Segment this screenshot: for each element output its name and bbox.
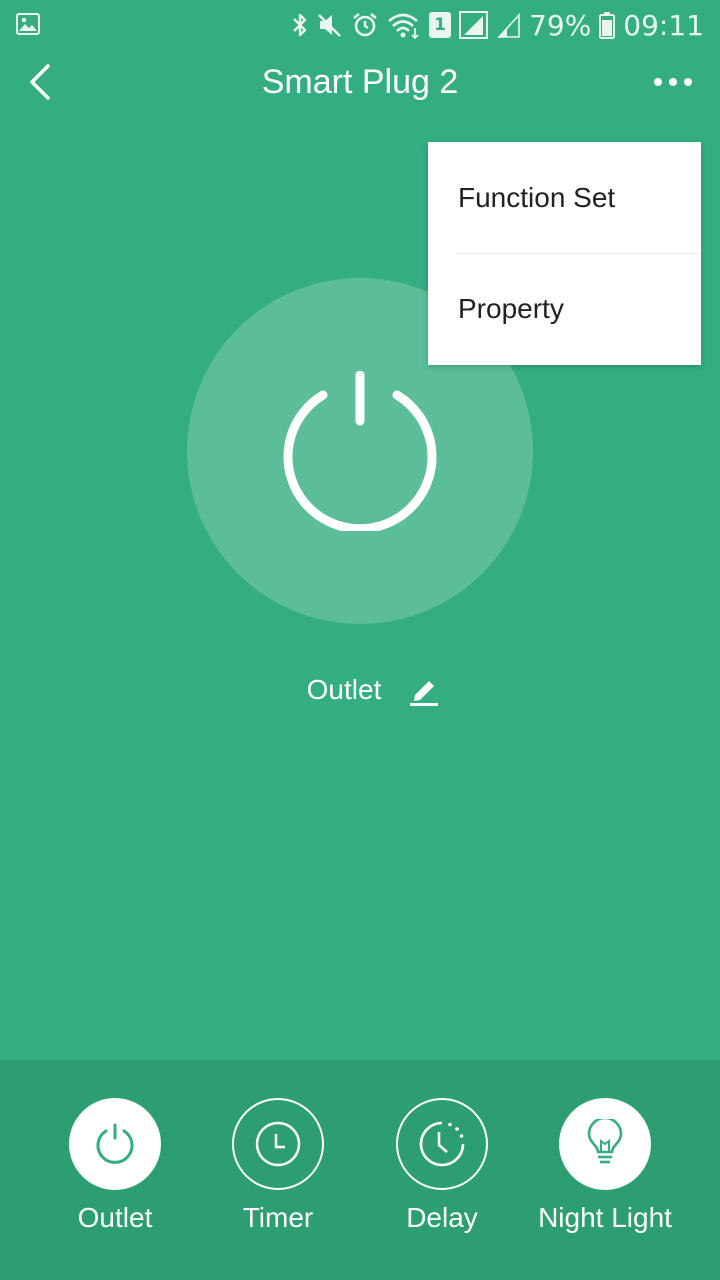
gallery-icon bbox=[16, 13, 40, 35]
timer-function-button[interactable]: Timer bbox=[198, 1098, 358, 1234]
delay-function-circle[interactable] bbox=[396, 1098, 488, 1190]
options-menu: Function Set Property bbox=[428, 142, 701, 365]
battery-icon bbox=[599, 12, 616, 39]
wifi-icon bbox=[388, 13, 419, 39]
mute-icon bbox=[318, 14, 341, 37]
delay-clock-icon bbox=[419, 1121, 465, 1167]
power-icon bbox=[283, 371, 437, 531]
timer-function-label: Timer bbox=[242, 1202, 314, 1233]
delay-function-button[interactable]: Delay bbox=[362, 1098, 522, 1234]
bottom-function-bar: Outlet Timer Delay Night Light bbox=[0, 1060, 720, 1280]
bluetooth-icon bbox=[293, 13, 307, 37]
menu-item-property[interactable]: Property bbox=[428, 253, 701, 364]
clock-time: 09:11 bbox=[623, 8, 704, 42]
delay-function-label: Delay bbox=[406, 1202, 478, 1233]
night-light-function-label: Night Light bbox=[538, 1202, 672, 1233]
battery-percent: 79% bbox=[529, 8, 592, 42]
page-title: Smart Plug 2 bbox=[261, 63, 459, 101]
outlet-label-row: Outlet bbox=[0, 666, 720, 714]
sim-badge: 1 bbox=[429, 12, 452, 38]
alarm-icon bbox=[353, 12, 377, 37]
night-light-function-circle[interactable] bbox=[559, 1098, 651, 1190]
night-light-function-button[interactable]: Night Light bbox=[525, 1098, 685, 1234]
clock-icon bbox=[255, 1121, 301, 1167]
outlet-function-circle[interactable] bbox=[69, 1098, 161, 1190]
outlet-function-label: Outlet bbox=[77, 1202, 153, 1233]
signal-icon bbox=[459, 11, 489, 39]
more-options-button[interactable] bbox=[652, 64, 694, 100]
timer-function-circle[interactable] bbox=[232, 1098, 324, 1190]
signal-weak-icon bbox=[497, 12, 520, 38]
bulb-icon bbox=[587, 1119, 623, 1164]
outlet-function-button[interactable]: Outlet bbox=[35, 1098, 195, 1234]
status-bar: 1 79% 09:11 bbox=[0, 0, 720, 50]
app-bar: Smart Plug 2 bbox=[0, 50, 720, 114]
sim-slot-number: 1 bbox=[434, 15, 446, 35]
outlet-name: Outlet bbox=[306, 674, 382, 705]
menu-item-function-set[interactable]: Function Set bbox=[428, 142, 701, 253]
edit-icon[interactable] bbox=[409, 673, 439, 707]
power-icon bbox=[96, 1123, 134, 1164]
